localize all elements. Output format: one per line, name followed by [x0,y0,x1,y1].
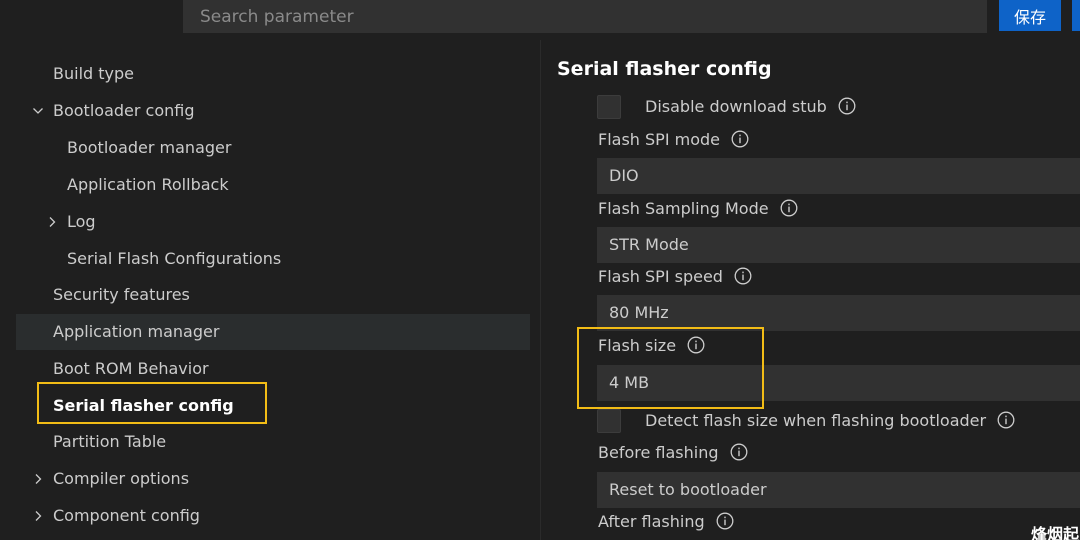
flash-spi-mode-select[interactable]: DIO [597,158,1080,194]
flash-sampling-mode-label: Flash Sampling Mode [598,199,769,218]
flash-size-row: Flash size [598,334,705,358]
settings-content: Serial flasher config Disable download s… [541,40,1080,540]
chevron-right-icon[interactable] [44,204,60,240]
sidebar-item-label: Application manager [53,322,220,341]
sidebar-item-serial-flash-configurations[interactable]: Serial Flash Configurations [16,241,530,277]
flash-spi-mode-row: Flash SPI mode [598,128,749,152]
info-icon[interactable] [687,336,705,354]
sidebar-item-label: Serial flasher config [53,396,234,415]
info-icon[interactable] [838,97,856,115]
chevron-right-icon[interactable] [30,461,46,497]
sidebar-item-serial-flasher-config[interactable]: Serial flasher config [16,388,530,424]
flash-sampling-mode-row: Flash Sampling Mode [598,197,798,221]
info-icon[interactable] [734,267,752,285]
info-icon[interactable] [716,512,734,530]
sidebar-item-label: Log [67,212,96,231]
sidebar-item-security-features[interactable]: Security features [16,277,530,313]
top-bar: 保存 [0,0,1080,40]
after-flashing-label: After flashing [598,512,705,531]
sidebar-item-label: Security features [53,285,190,304]
sidebar-item-component-config[interactable]: Component config [16,498,530,534]
sidebar-item-bootloader-config[interactable]: Bootloader config [16,93,530,129]
sidebar-item-label: Boot ROM Behavior [53,359,209,378]
sidebar-item-label: Compiler options [53,469,190,488]
flash-size-label: Flash size [598,336,677,355]
flash-spi-speed-label: Flash SPI speed [598,267,723,286]
sidebar-item-label: Application Rollback [67,175,229,194]
sidebar-item-compiler-options[interactable]: Compiler options [16,461,530,497]
sidebar-item-bootloader-manager[interactable]: Bootloader manager [16,130,530,166]
sidebar-item-application-rollback[interactable]: Application Rollback [16,167,530,203]
flash-spi-speed-select[interactable]: 80 MHz [597,295,1080,331]
before-flashing-row: Before flashing [598,441,748,465]
sidebar-item-build-type[interactable]: Build type [16,56,530,92]
info-icon[interactable] [997,411,1015,429]
sidebar-item-label: Build type [53,64,134,83]
sidebar-item-boot-rom-behavior[interactable]: Boot ROM Behavior [16,351,530,387]
secondary-button[interactable] [1072,0,1080,31]
flash-size-select[interactable]: 4 MB [597,365,1080,401]
save-button[interactable]: 保存 [999,0,1061,31]
flash-spi-speed-row: Flash SPI speed [598,265,752,289]
sidebar-item-label: Partition Table [53,432,167,451]
disable-download-stub-row: Disable download stub [645,95,856,119]
info-icon[interactable] [730,443,748,461]
sidebar-item-partition-table[interactable]: Partition Table [16,424,530,460]
search-input[interactable] [183,0,987,33]
sidebar-item-label: Component config [53,506,200,525]
settings-editor: 保存 Build type Bootloader config Bootload… [0,0,1080,540]
sidebar-nav: Build type Bootloader config Bootloader … [0,40,540,540]
detect-flash-size-row: Detect flash size when flashing bootload… [645,409,1015,433]
section-title: Serial flasher config [557,58,772,80]
sidebar-item-label: Bootloader config [53,101,195,120]
info-icon[interactable] [731,130,749,148]
sidebar-item-label: Bootloader manager [67,138,232,157]
sidebar-item-label: Serial Flash Configurations [67,249,282,268]
sidebar-item-application-manager[interactable]: Application manager [16,314,530,350]
flash-spi-mode-label: Flash SPI mode [598,130,720,149]
flash-sampling-mode-select[interactable]: STR Mode [597,227,1080,263]
before-flashing-label: Before flashing [598,443,719,462]
before-flashing-select[interactable]: Reset to bootloader [597,472,1080,508]
after-flashing-row: After flashing [598,510,734,534]
watermark-text: 烽烟起 [1031,525,1080,540]
chevron-right-icon[interactable] [30,498,46,534]
disable-download-stub-label: Disable download stub [645,97,827,116]
sidebar-item-log[interactable]: Log [16,204,530,240]
detect-flash-size-label: Detect flash size when flashing bootload… [645,411,987,430]
disable-download-stub-checkbox[interactable] [597,95,621,119]
detect-flash-size-checkbox[interactable] [597,409,621,433]
chevron-down-icon[interactable] [30,93,46,129]
info-icon[interactable] [780,199,798,217]
